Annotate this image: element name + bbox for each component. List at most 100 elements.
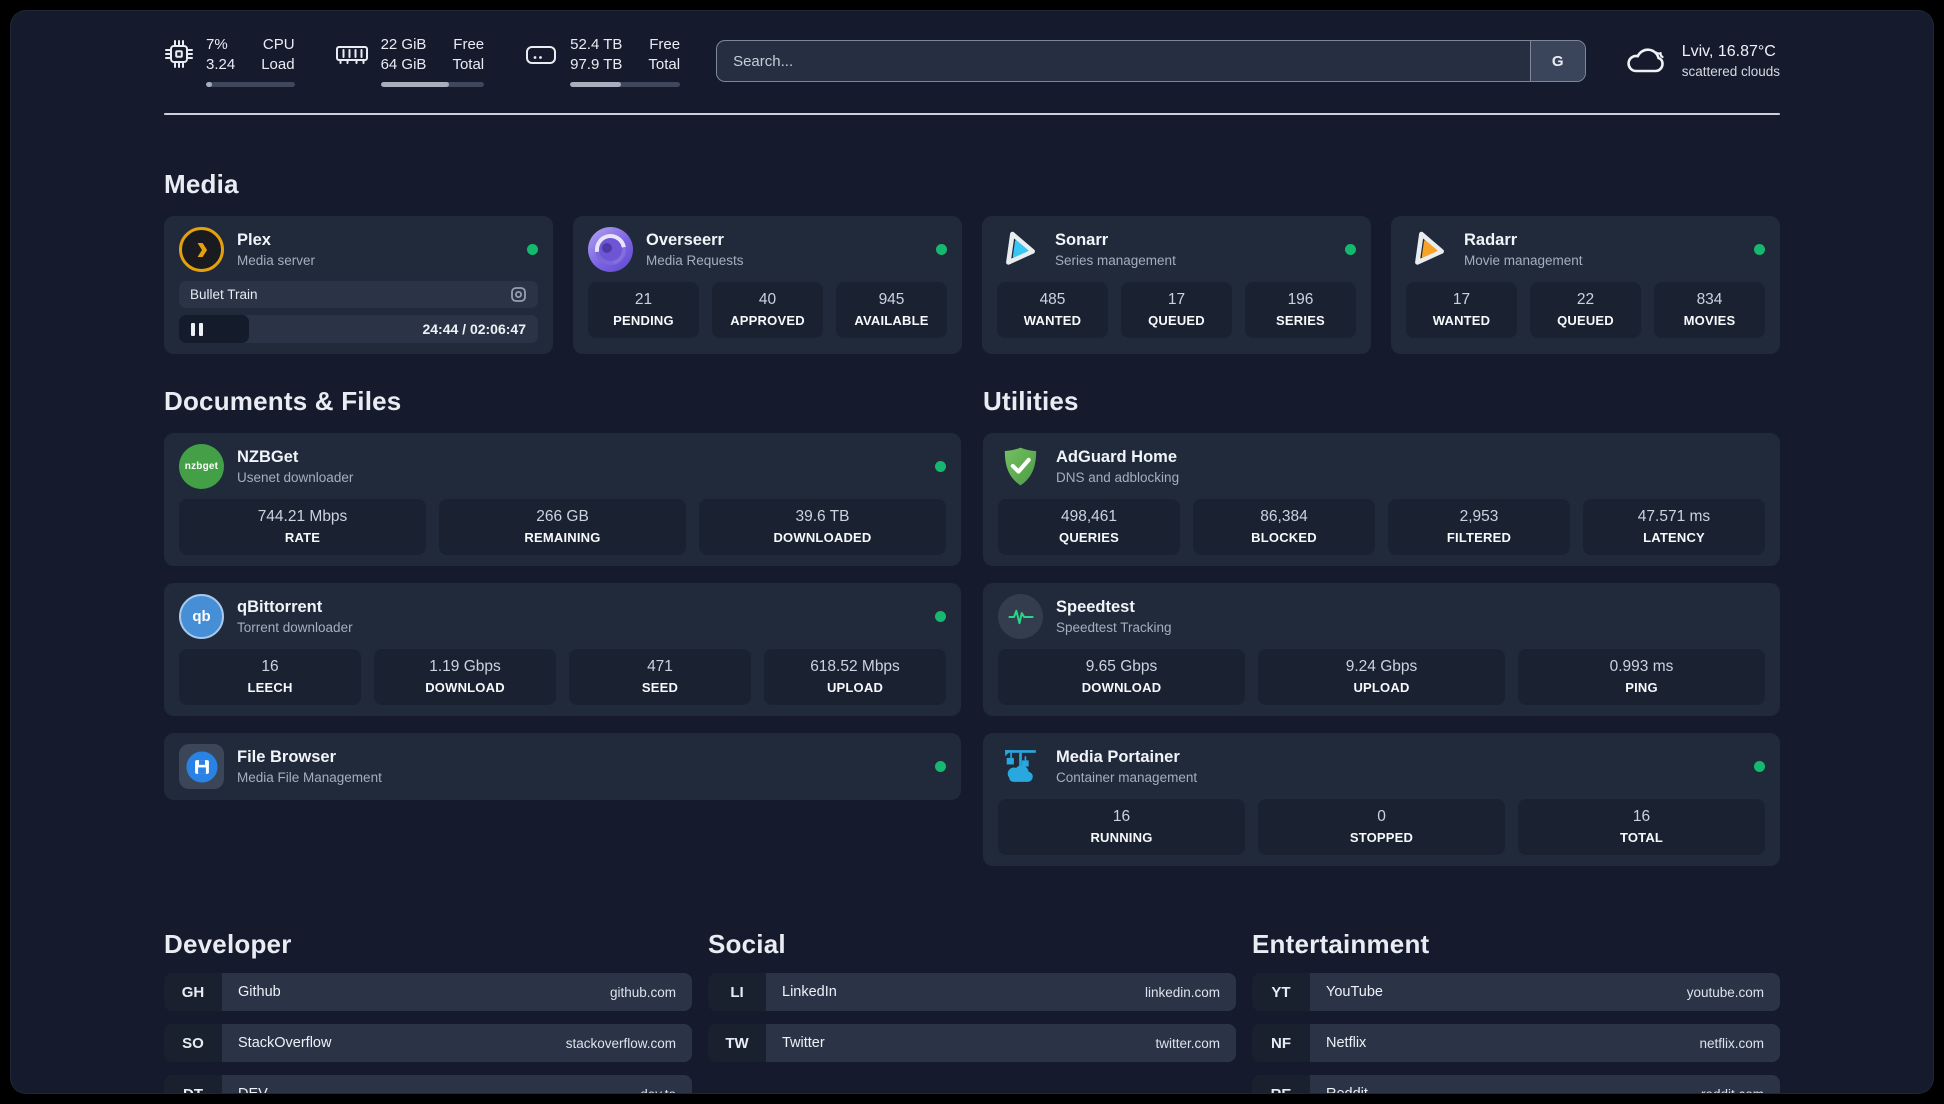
app-description: Usenet downloader	[237, 470, 354, 486]
link-item-twitter[interactable]: TW Twitter twitter.com	[708, 1024, 1236, 1062]
link-url: netflix.com	[1699, 1035, 1764, 1051]
app-name: Plex	[237, 230, 271, 249]
app-description: Container management	[1056, 770, 1198, 786]
status-online-dot	[1754, 244, 1765, 255]
stat-tile: 17 QUEUED	[1121, 282, 1232, 338]
link-item-netflix[interactable]: NF Netflix netflix.com	[1252, 1024, 1780, 1062]
link-name: Github	[238, 984, 281, 1000]
ram-progress-bar	[380, 82, 485, 87]
status-online-dot	[935, 611, 946, 622]
documents-column: Documents & Files nzbget NZBGet Usenet d…	[164, 386, 961, 817]
stat-value: 945	[878, 291, 905, 308]
app-name: NZBGet	[237, 447, 299, 466]
link-url: stackoverflow.com	[565, 1035, 676, 1051]
status-online-dot	[935, 761, 946, 772]
app-card-sonarr[interactable]: Sonarr Series management 485 WANTED 17 Q…	[982, 216, 1371, 354]
link-item-youtube[interactable]: YT YouTube youtube.com	[1252, 973, 1780, 1011]
stat-tile: 0.993 ms PING	[1518, 649, 1765, 705]
search-engine-button[interactable]: G	[1529, 41, 1585, 81]
disk-total-value: 97.9 TB	[570, 56, 623, 73]
stat-value: 266 GB	[536, 508, 589, 525]
stat-label: LATENCY	[1643, 530, 1705, 545]
stat-label: LEECH	[247, 680, 293, 695]
app-description: Media Requests	[646, 253, 744, 269]
status-online-dot	[1754, 761, 1765, 772]
stat-label: TOTAL	[1619, 830, 1664, 845]
link-abbr: GH	[164, 973, 222, 1011]
app-card-speedtest[interactable]: Speedtest Speedtest Tracking 9.65 Gbps D…	[983, 583, 1780, 716]
ram-total-value: 64 GiB	[380, 56, 427, 73]
stat-label: QUERIES	[1059, 530, 1119, 545]
app-card-adguard[interactable]: AdGuard Home DNS and adblocking 498,461 …	[983, 433, 1780, 566]
link-url: dev.to	[640, 1086, 676, 1094]
disk-total-label: Total	[648, 56, 681, 73]
section-title-social: Social	[708, 929, 786, 959]
link-abbr: NF	[1252, 1024, 1310, 1062]
weather-widget: Lviv, 16.87°C scattered clouds	[1622, 43, 1780, 79]
app-name: Radarr	[1464, 230, 1518, 249]
link-item-github[interactable]: GH Github github.com	[164, 973, 692, 1011]
link-abbr: DT	[164, 1075, 222, 1093]
app-card-portainer[interactable]: Media Portainer Container management 16 …	[983, 733, 1780, 866]
link-url: linkedin.com	[1144, 984, 1220, 1000]
stat-value: 9.24 Gbps	[1345, 658, 1418, 675]
cast-icon[interactable]	[510, 286, 527, 303]
link-url: twitter.com	[1155, 1035, 1220, 1051]
pause-icon[interactable]	[191, 322, 203, 336]
status-online-dot	[936, 244, 947, 255]
stat-tile: 498,461 QUERIES	[998, 499, 1180, 555]
status-online-dot	[527, 244, 538, 255]
progress-elapsed-fill	[179, 315, 249, 343]
app-card-plex[interactable]: Plex Media server Bullet Train 24:44 / 0…	[164, 216, 553, 354]
stat-label: WANTED	[1432, 313, 1491, 328]
app-card-qbittorrent[interactable]: qb qBittorrent Torrent downloader 16 LEE…	[164, 583, 961, 716]
stat-label: WANTED	[1023, 313, 1082, 328]
link-item-reddit[interactable]: RE Reddit reddit.com	[1252, 1075, 1780, 1093]
cpu-percent: 7%	[206, 36, 228, 53]
adguard-icon	[998, 444, 1043, 489]
app-card-nzbget[interactable]: nzbget NZBGet Usenet downloader 744.21 M…	[164, 433, 961, 566]
cpu-progress-bar	[206, 82, 295, 87]
stat-label: BLOCKED	[1251, 530, 1317, 545]
stat-value: 40	[758, 291, 777, 308]
app-name: Sonarr	[1055, 230, 1109, 249]
app-name: File Browser	[237, 747, 337, 766]
app-card-radarr[interactable]: Radarr Movie management 17 WANTED 22 QUE…	[1391, 216, 1780, 354]
stat-tile: 2,953 FILTERED	[1388, 499, 1570, 555]
stat-value: 485	[1039, 291, 1066, 308]
link-url: github.com	[609, 984, 676, 1000]
stat-value: 21	[634, 291, 653, 308]
app-card-filebrowser[interactable]: File Browser Media File Management	[164, 733, 961, 800]
now-playing-time: 24:44 / 02:06:47	[422, 321, 526, 337]
cpu-icon	[165, 40, 193, 68]
app-name: Overseerr	[646, 230, 724, 249]
nzbget-icon: nzbget	[179, 444, 224, 489]
link-item-stackoverflow[interactable]: SO StackOverflow stackoverflow.com	[164, 1024, 692, 1062]
search-input[interactable]	[717, 41, 1530, 81]
app-description: Media server	[237, 253, 316, 269]
app-description: Speedtest Tracking	[1056, 620, 1172, 636]
stat-value: 196	[1287, 291, 1314, 308]
link-item-dev[interactable]: DT DEV dev.to	[164, 1075, 692, 1094]
stat-value: 9.65 Gbps	[1085, 658, 1158, 675]
now-playing-progress-bar[interactable]: 24:44 / 02:06:47	[179, 315, 538, 343]
weather-condition: scattered clouds	[1681, 64, 1780, 79]
stat-value: 498,461	[1060, 508, 1118, 525]
app-card-overseerr[interactable]: Overseerr Media Requests 21 PENDING 40 A…	[573, 216, 962, 354]
stat-value: 17	[1452, 291, 1471, 308]
speedtest-icon	[998, 594, 1043, 639]
dashboard-panel: 7% 3.24 CPU Load 22 GiB 64 GiB Free Tota…	[10, 10, 1934, 1094]
stat-value: 0.993 ms	[1609, 658, 1674, 675]
stat-value: 39.6 TB	[795, 508, 850, 525]
ram-total-label: Total	[452, 56, 485, 73]
stat-value: 744.21 Mbps	[257, 508, 348, 525]
link-item-linkedin[interactable]: LI LinkedIn linkedin.com	[708, 973, 1236, 1011]
link-name: Netflix	[1326, 1035, 1367, 1051]
stat-value: 471	[647, 658, 673, 675]
stat-label: DOWNLOAD	[1081, 680, 1162, 695]
app-description: Torrent downloader	[237, 620, 353, 636]
status-online-dot	[935, 461, 946, 472]
stat-value: 16	[261, 658, 279, 675]
stat-tile: 21 PENDING	[588, 282, 699, 338]
stat-value: 0	[1377, 808, 1386, 825]
